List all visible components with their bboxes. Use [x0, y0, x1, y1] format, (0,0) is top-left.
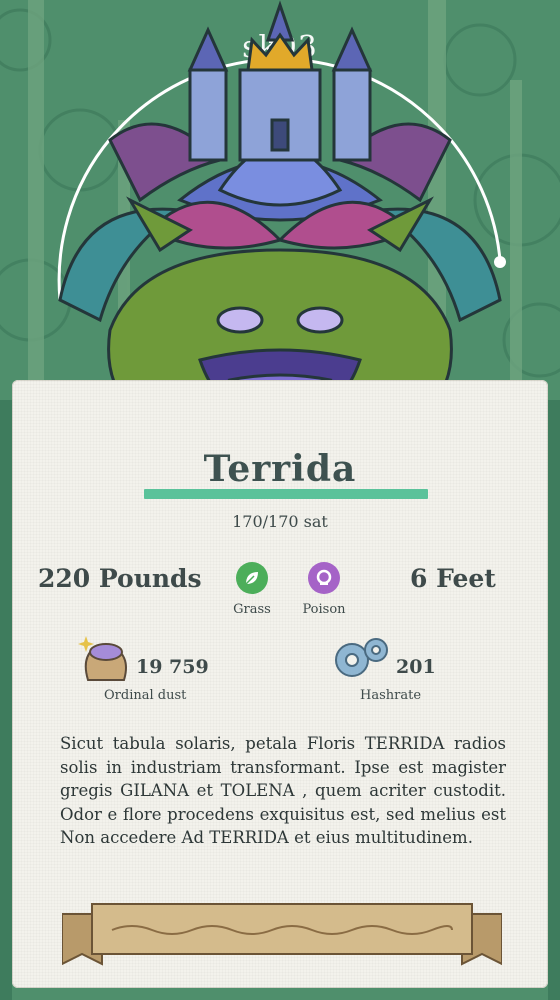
creature-name: Terrida [203, 448, 357, 490]
type-label: Grass [233, 602, 271, 617]
creature-card: Terrida 170/170 sat 220 Pounds Grass Poi… [12, 380, 548, 988]
type-badge-grass: Grass [217, 562, 287, 617]
hashrate-label: Hashrate [360, 688, 422, 703]
creature-description: Sicut tabula solaris, petala Floris TERR… [60, 734, 506, 847]
leaf-icon [236, 562, 268, 594]
type-label: Poison [302, 602, 346, 617]
hp-bar [144, 489, 428, 499]
dust-bag-icon [78, 636, 127, 681]
weight-value: 220 Pounds [38, 564, 202, 593]
dust-value: 19 759 [136, 656, 209, 678]
hp-bar-fill [144, 489, 428, 499]
scroll-banner [62, 903, 502, 966]
sat-value: 170/170 sat [232, 512, 328, 531]
castle-crown [187, 0, 373, 162]
gears-icon [335, 638, 388, 677]
poison-icon [308, 562, 340, 594]
type-badge-poison: Poison [289, 562, 359, 617]
height-value: 6 Feet [410, 564, 496, 593]
dust-label: Ordinal dust [104, 688, 187, 703]
hashrate-value: 201 [396, 656, 436, 678]
